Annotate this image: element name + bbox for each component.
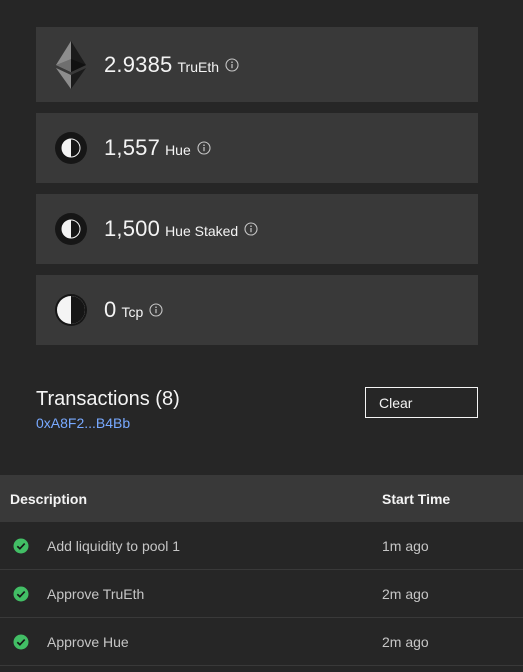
- balance-amount: 2.9385: [104, 51, 173, 77]
- row-description-cell: Add liquidity to pool 1: [0, 538, 372, 554]
- balance-value: 1,557 Hue: [104, 135, 211, 161]
- balance-unit: Tcp: [121, 304, 144, 320]
- clear-button[interactable]: Clear: [365, 387, 478, 418]
- balance-amount: 1,557: [104, 135, 161, 160]
- info-icon[interactable]: [225, 57, 239, 72]
- balance-card-trueth: 2.9385 TruEth: [36, 27, 478, 102]
- balance-unit: TruEth: [177, 58, 220, 75]
- checkmark-success-icon: [13, 538, 29, 554]
- row-start-time: 2m ago: [382, 585, 429, 602]
- column-header-start-time[interactable]: Start Time: [372, 491, 523, 507]
- row-start-time: 1m ago: [382, 537, 429, 554]
- balance-card-hue-staked: 1,500 Hue Staked: [36, 194, 478, 264]
- table-row[interactable]: Approve Hue 2m ago: [0, 618, 523, 666]
- row-description-cell: Approve TruEth: [0, 586, 372, 602]
- info-icon[interactable]: [197, 141, 211, 155]
- balance-list: 2.9385 TruEth 1,557 Hue 1,500 Hue Staked…: [36, 27, 478, 356]
- info-icon[interactable]: [149, 303, 163, 317]
- balance-card-tcp: 0 Tcp: [36, 275, 478, 345]
- balance-amount: 0: [104, 297, 117, 322]
- balance-card-hue: 1,557 Hue: [36, 113, 478, 183]
- hue-token-icon: [54, 131, 88, 165]
- balance-amount: 1,500: [104, 216, 161, 241]
- row-description: Approve TruEth: [47, 585, 145, 602]
- transactions-table: Description Start Time Add liquidity to …: [0, 475, 523, 666]
- checkmark-success-icon: [13, 634, 29, 650]
- table-row[interactable]: Approve TruEth 2m ago: [0, 570, 523, 618]
- tcp-token-icon: [54, 293, 88, 327]
- hue-token-icon: [54, 212, 88, 246]
- column-header-description[interactable]: Description: [0, 491, 372, 507]
- table-header: Description Start Time: [0, 475, 523, 522]
- checkmark-success-icon: [13, 586, 29, 602]
- info-icon[interactable]: [244, 222, 258, 236]
- table-row[interactable]: Add liquidity to pool 1 1m ago: [0, 522, 523, 570]
- row-description-cell: Approve Hue: [0, 634, 372, 650]
- row-description: Add liquidity to pool 1: [47, 537, 181, 554]
- row-description: Approve Hue: [47, 633, 129, 650]
- balance-unit: Hue: [165, 142, 191, 158]
- balance-value: 0 Tcp: [104, 297, 163, 323]
- balance-unit: Hue Staked: [165, 223, 239, 239]
- row-start-time: 2m ago: [382, 633, 429, 650]
- balance-value: 2.9385 TruEth: [104, 52, 239, 78]
- eth-diamond-icon: [54, 40, 88, 89]
- balance-value: 1,500 Hue Staked: [104, 216, 258, 242]
